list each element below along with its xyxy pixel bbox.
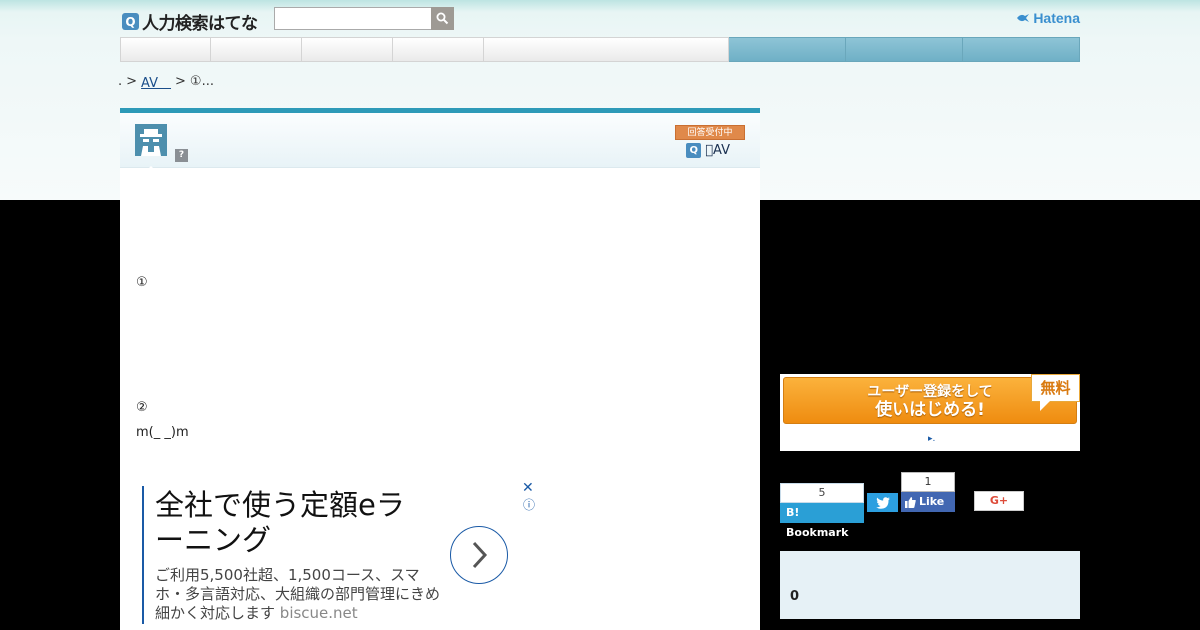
ad-close-icon[interactable]: ✕ bbox=[522, 480, 534, 496]
question-panel: ? 回答受付中 Q 𥳽AV ① ② m(_ _)m 全社で使う定額eラーニング … bbox=[120, 108, 760, 630]
breadcrumb-home[interactable]: . bbox=[118, 74, 122, 89]
nav-tab-8[interactable] bbox=[963, 37, 1080, 62]
thumbs-up-icon bbox=[905, 496, 916, 508]
status-badge: 回答受付中 bbox=[675, 125, 745, 140]
site-header: Q 人力検索はてな Hatena bbox=[120, 6, 1080, 34]
breadcrumb: . > AV > ①... bbox=[118, 72, 214, 91]
free-badge-tail bbox=[1040, 401, 1050, 411]
logo-text: 人力検索はてな bbox=[142, 14, 258, 34]
nav-tab-7[interactable] bbox=[846, 37, 963, 62]
sidebar-count: 0 bbox=[790, 589, 800, 604]
ad-description: ご利用5,500社超、1,500コース、スマホ・多言語対応、大組織の部門管理にき… bbox=[155, 566, 440, 623]
facebook-like-count: 1 bbox=[901, 472, 955, 492]
category-label: 𥳽AV bbox=[705, 143, 730, 158]
help-badge[interactable]: ? bbox=[175, 149, 188, 162]
question-line-1: ① bbox=[136, 275, 148, 290]
breadcrumb-category-link[interactable]: AV bbox=[141, 72, 171, 91]
twitter-icon bbox=[875, 496, 890, 509]
search-icon bbox=[436, 12, 449, 25]
nav-tab-3[interactable] bbox=[302, 37, 393, 62]
avatar[interactable] bbox=[135, 124, 167, 156]
chevron-right-icon bbox=[472, 541, 488, 569]
hatena-bird-icon bbox=[1017, 14, 1030, 22]
breadcrumb-current: ①... bbox=[189, 74, 214, 89]
site-logo[interactable]: Q 人力検索はてな bbox=[122, 9, 258, 34]
search-input[interactable] bbox=[274, 7, 432, 30]
search-button[interactable] bbox=[431, 7, 454, 30]
nav-tab-6[interactable] bbox=[729, 37, 846, 62]
avatar-pointer bbox=[145, 166, 157, 172]
ad-arrow-button[interactable] bbox=[450, 526, 508, 584]
question-line-3: m(_ _)m bbox=[136, 425, 189, 440]
logo-q-icon: Q bbox=[122, 13, 139, 30]
breadcrumb-separator: > bbox=[175, 74, 186, 89]
sidebar-panel: 0 bbox=[780, 551, 1080, 619]
share-buttons: 5 B! Bookmark 1 Like G+ bbox=[780, 472, 1040, 539]
ad-title[interactable]: 全社で使う定額eラーニング bbox=[155, 488, 425, 558]
bookmark-count: 5 bbox=[780, 483, 864, 503]
hatena-brand-text: Hatena bbox=[1033, 10, 1080, 26]
anonymous-user-icon bbox=[135, 124, 167, 156]
nav-tab-5[interactable] bbox=[484, 37, 729, 62]
register-line-2: 使いはじめる! bbox=[875, 400, 985, 420]
facebook-like-label: Like bbox=[919, 495, 945, 508]
hatena-bookmark-button[interactable]: B! Bookmark bbox=[780, 503, 864, 539]
google-plus-button[interactable]: G+ bbox=[974, 491, 1024, 511]
twitter-button[interactable] bbox=[867, 493, 898, 512]
free-badge: 無料 bbox=[1031, 374, 1080, 402]
nav-tab-4[interactable] bbox=[393, 37, 484, 62]
facebook-like-button[interactable]: Like bbox=[901, 492, 955, 512]
register-box: ユーザー登録をして 使いはじめる! 無料 ▸. bbox=[780, 374, 1080, 451]
breadcrumb-separator: > bbox=[126, 74, 138, 89]
hatena-brand-logo[interactable]: Hatena bbox=[1016, 10, 1080, 26]
question-line-2: ② bbox=[136, 400, 148, 415]
category-q-icon: Q bbox=[686, 143, 702, 158]
ad-domain[interactable]: biscue.net bbox=[280, 604, 358, 622]
ad-banner[interactable]: 全社で使う定額eラーニング ご利用5,500社超、1,500コース、スマホ・多言… bbox=[142, 480, 535, 624]
question-category[interactable]: Q 𥳽AV bbox=[686, 143, 730, 158]
question-header: ? 回答受付中 Q 𥳽AV bbox=[120, 108, 760, 172]
register-link[interactable]: ▸. bbox=[928, 434, 935, 444]
main-nav bbox=[120, 37, 1080, 62]
nav-tab-2[interactable] bbox=[211, 37, 302, 62]
ad-info-icon[interactable]: ⓘ bbox=[523, 496, 535, 513]
nav-tab-1[interactable] bbox=[120, 37, 211, 62]
